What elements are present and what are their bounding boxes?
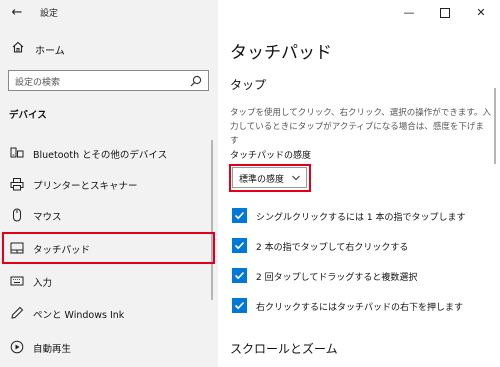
check-icon	[234, 211, 245, 220]
printer-icon	[10, 178, 24, 191]
check-icon	[234, 271, 245, 280]
sensitivity-label: タッチパッドの感度	[230, 151, 312, 161]
page-title: タッチパッド	[230, 43, 332, 63]
home-icon	[12, 41, 24, 53]
checkbox-row[interactable]: シングルクリックするには 1 本の指でタップします	[232, 208, 494, 226]
main-content: — ✕ タッチパッド タップ タップを使用してクリック、右クリック、選択の操作が…	[218, 0, 500, 367]
section-title-scroll-zoom: スクロールとズーム	[230, 342, 338, 356]
sidebar: ← 設定 ホーム 設定の検索 デバイス Bluetooth とその他のデバイス	[0, 0, 218, 367]
app-title: 設定	[40, 9, 59, 19]
minimize-icon[interactable]: —	[400, 4, 418, 22]
main-scrollbar[interactable]	[494, 88, 496, 164]
checkbox-row[interactable]: 右クリックするにはタッチパッドの右下を押します	[232, 298, 494, 316]
titlebar-left: ← 設定	[0, 0, 218, 26]
section-title-tap: タップ	[230, 78, 267, 92]
sidebar-item-label: 自動再生	[33, 344, 72, 355]
checkbox-row[interactable]: 2 本の指でタップして右クリックする	[232, 238, 494, 256]
description-text: タップを使用してクリック、右クリック、選択の操作ができます。入力しているときにタ…	[230, 108, 491, 146]
sidebar-item-printers[interactable]: プリンターとスキャナー	[0, 171, 218, 197]
sidebar-item-label: プリンターとスキャナー	[33, 181, 138, 192]
sidebar-item-pen[interactable]: ペンと Windows Ink	[0, 300, 218, 326]
checkbox-checked[interactable]	[232, 208, 247, 223]
sidebar-item-label: マウス	[33, 212, 62, 223]
search-box[interactable]: 設定の検索	[8, 70, 209, 91]
sidebar-item-input[interactable]: 入力	[0, 268, 218, 294]
autoplay-icon	[10, 340, 24, 354]
sidebar-item-autoplay[interactable]: 自動再生	[0, 334, 218, 360]
maximize-icon[interactable]	[436, 4, 454, 22]
bluetooth-devices-icon	[10, 147, 24, 158]
sidebar-item-label: 入力	[33, 278, 53, 289]
sidebar-item-bluetooth[interactable]: Bluetooth とその他のデバイス	[0, 140, 218, 166]
checkbox-checked[interactable]	[232, 298, 247, 313]
search-icon[interactable]	[190, 75, 202, 87]
keyboard-icon	[10, 276, 24, 286]
close-icon[interactable]: ✕	[472, 4, 490, 22]
pen-icon	[11, 306, 24, 319]
sidebar-item-label: ペンと Windows Ink	[33, 310, 125, 321]
mouse-icon	[13, 208, 21, 222]
checkbox-label: 2 本の指でタップして右クリックする	[256, 243, 409, 253]
checkbox-label: 右クリックするにはタッチパッドの右下を押します	[256, 303, 464, 313]
checkbox-label: 2 回タップしてドラッグすると複数選択	[256, 273, 418, 283]
window-controls: — ✕	[380, 0, 500, 26]
checkbox-checked[interactable]	[232, 238, 247, 253]
sidebar-item-label: Bluetooth とその他のデバイス	[33, 150, 168, 161]
sidebar-item-mouse[interactable]: マウス	[0, 202, 218, 228]
checkbox-row[interactable]: 2 回タップしてドラッグすると複数選択	[232, 268, 494, 286]
section-header: デバイス	[9, 110, 47, 121]
home-label: ホーム	[35, 46, 65, 57]
checkbox-checked[interactable]	[232, 268, 247, 283]
check-icon	[234, 301, 245, 310]
check-icon	[234, 241, 245, 250]
checkbox-label: シングルクリックするには 1 本の指でタップします	[256, 213, 466, 223]
back-arrow-icon[interactable]: ←	[8, 4, 26, 22]
annotation-highlight	[2, 232, 215, 264]
search-input[interactable]: 設定の検索	[15, 75, 60, 88]
sidebar-scrollbar[interactable]	[211, 140, 213, 300]
annotation-highlight	[229, 164, 311, 192]
sidebar-item-home[interactable]: ホーム	[0, 38, 218, 60]
